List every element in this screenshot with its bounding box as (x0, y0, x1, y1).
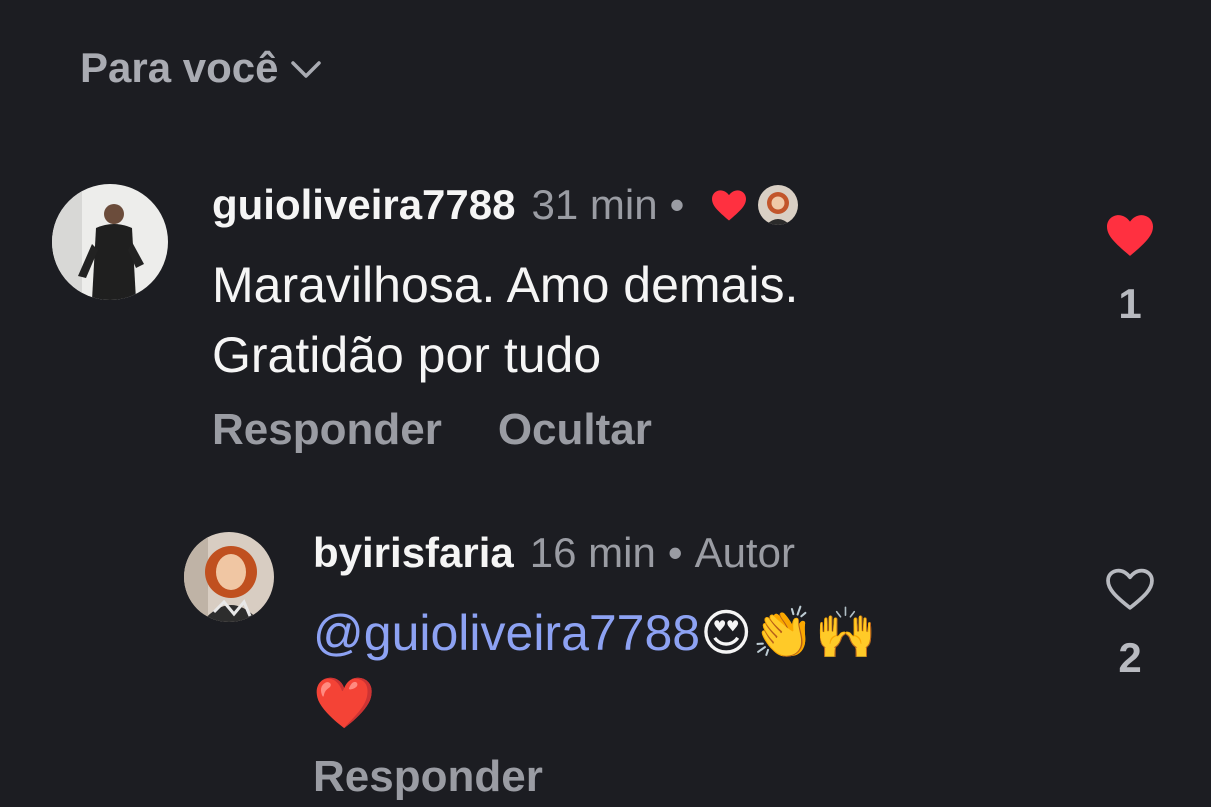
username[interactable]: byirisfaria (313, 529, 514, 577)
emoji-text: ❤️ (313, 674, 376, 732)
author-badge: Autor (694, 529, 795, 576)
sort-dropdown[interactable]: Para você (80, 44, 322, 92)
comment-text: Maravilhosa. Amo demais. Gratidão por tu… (212, 250, 798, 390)
hide-button[interactable]: Ocultar (498, 405, 652, 455)
comment-actions: Responder (313, 752, 543, 802)
timestamp: 31 min (531, 181, 658, 228)
heart-filled-icon (1107, 215, 1153, 256)
comment-text: @guioliveira7788😍👏🙌 ❤️ (313, 598, 877, 738)
comment-text-line: @guioliveira7788😍👏🙌 (313, 598, 877, 668)
sort-label: Para você (80, 44, 279, 91)
avatar[interactable] (184, 532, 274, 622)
reply-button[interactable]: Responder (212, 405, 442, 455)
username[interactable]: guioliveira7788 (212, 181, 516, 229)
like-count: 2 (1118, 634, 1142, 681)
avatar[interactable] (52, 184, 168, 300)
like-count: 1 (1118, 280, 1142, 327)
comment-actions: Responder Ocultar (212, 405, 652, 455)
chevron-down-icon (291, 61, 322, 78)
comment-meta: byirisfaria 16 min • Autor (313, 528, 795, 578)
like-button[interactable]: 2 (1100, 566, 1160, 682)
reply-button[interactable]: Responder (313, 752, 543, 802)
comment-text-line: Maravilhosa. Amo demais. (212, 257, 799, 313)
timestamp: 16 min (529, 529, 656, 576)
comment-meta: guioliveira7788 31 min • (212, 180, 799, 230)
like-button[interactable]: 1 (1100, 212, 1160, 328)
heart-filled-icon (712, 190, 747, 221)
separator: • (667, 529, 683, 576)
emoji-text: 😍👏🙌 (700, 604, 877, 662)
mention-link[interactable]: @guioliveira7788 (313, 605, 700, 661)
separator: • (669, 181, 685, 228)
comment-text-line: Gratidão por tudo (212, 327, 602, 383)
author-avatar-mini (758, 185, 799, 225)
heart-outline-icon (1106, 568, 1154, 610)
